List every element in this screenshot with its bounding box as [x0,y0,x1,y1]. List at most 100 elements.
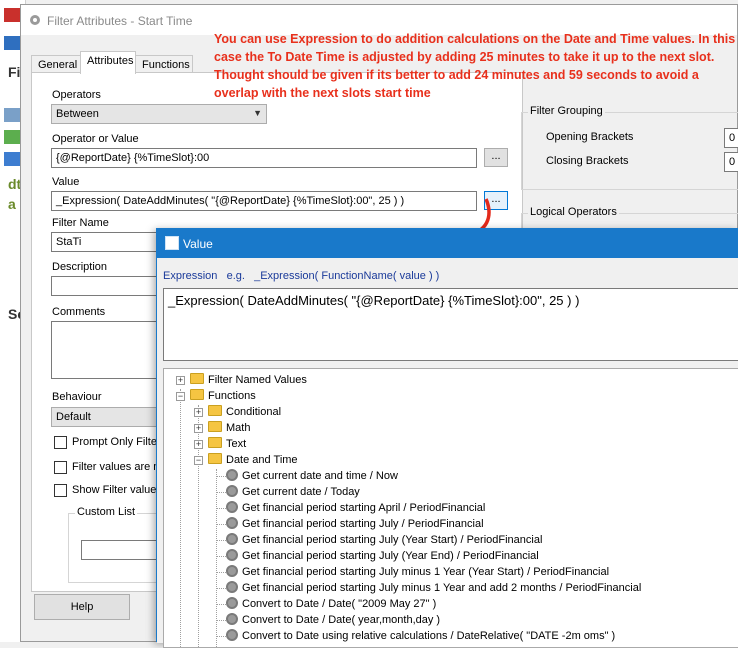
tree-node-function-item[interactable]: Get financial period starting July minus… [226,564,609,580]
description-label: Description [52,261,108,273]
show-filter-values-label: Show Filter values [72,484,162,496]
gear-icon [30,15,40,25]
prompt-only-filter-label: Prompt Only Filter [72,436,161,448]
closing-brackets-input[interactable]: 0 [724,152,738,172]
gear-icon [226,549,238,561]
expand-icon[interactable]: + [194,424,203,433]
background-letter: Fi [8,64,21,80]
behaviour-label: Behaviour [52,391,102,403]
tree-node-filter-named-values[interactable]: Filter Named Values [190,372,307,388]
tree-node-text[interactable]: Text [208,436,246,452]
function-tree: + Filter Named Values − Functions + Cond… [163,368,738,648]
folder-icon [208,405,222,416]
tree-label: Get financial period starting July (Year… [242,550,539,562]
gear-icon [226,613,238,625]
tab-general[interactable]: General [31,55,81,73]
tree-node-conditional[interactable]: Conditional [208,404,281,420]
value-input[interactable]: _Expression( DateAddMinutes( "{@ReportDa… [51,191,477,211]
collapse-icon[interactable]: − [194,456,203,465]
gear-icon [226,485,238,497]
expression-hint: Expression e.g. _Expression( FunctionNam… [163,270,440,282]
tree-node-function-item[interactable]: Get financial period starting July / Per… [226,516,484,532]
tree-label: Functions [208,390,256,402]
value-dialog-title: Value [183,237,213,251]
operator-or-value-input[interactable]: {@ReportDate} {%TimeSlot}:00 [51,148,477,168]
closing-brackets-label: Closing Brackets [546,155,629,167]
value-body: Expression e.g. _Expression( FunctionNam… [157,258,738,648]
tree-node-function-item[interactable]: Get financial period starting April / Pe… [226,500,485,516]
tree-label: Convert to Date / Date( year,month,day ) [242,614,441,626]
show-filter-values-checkbox[interactable] [54,484,67,497]
gear-icon [226,533,238,545]
operator-or-value-label: Operator or Value [52,133,139,145]
tree-label: Get financial period starting July minus… [242,566,610,578]
expand-icon[interactable]: + [176,376,185,385]
tree-label: Filter Named Values [208,374,307,386]
tree-node-function-item[interactable]: Get financial period starting July minus… [226,580,641,596]
tree-node-function-item[interactable]: Get financial period starting July (Year… [226,532,542,548]
gear-icon [226,581,238,593]
dialog-title: Filter Attributes - Start Time [47,14,193,28]
operators-value: Between [56,108,99,120]
folder-icon [190,389,204,400]
tree-label: Convert to Date using relative calculati… [242,630,616,642]
table-icon [4,130,20,144]
gear-icon [226,469,238,481]
tree-node-math[interactable]: Math [208,420,250,436]
tree-label: Convert to Date / Date( "2009 May 27" ) [242,598,437,610]
tree-node-function-item[interactable]: Get current date and time / Now [226,468,398,484]
tab-functions[interactable]: Functions [135,55,193,73]
folder-icon [208,421,222,432]
prompt-only-filter-checkbox[interactable] [54,436,67,449]
expand-icon[interactable]: + [194,408,203,417]
logical-operators-label: Logical Operators [528,206,619,218]
close-icon [4,8,20,22]
folder-icon [190,373,204,384]
app-icon [4,36,20,50]
tree-label: Get current date / Today [242,486,360,498]
value-title-bar: Value [157,229,738,258]
gear-icon [226,597,238,609]
gear-icon [226,501,238,513]
tree-label: Date and Time [226,454,298,466]
operators-select[interactable]: Between ▼ [51,104,267,124]
expression-input[interactable]: _Expression( DateAddMinutes( "{@ReportDa… [163,288,738,361]
opening-brackets-label: Opening Brackets [546,131,634,143]
help-button[interactable]: Help [34,594,130,620]
tree-node-date-and-time[interactable]: Date and Time [208,452,298,468]
tree-label: Math [226,422,251,434]
tree-node-function-item[interactable]: Get financial period starting July (Year… [226,548,539,564]
folder-icon [208,453,222,464]
grid-icon [4,108,20,122]
filter-grouping-group: Filter Grouping Opening Brackets 0 Closi… [521,105,738,190]
operators-label: Operators [52,89,101,101]
value-dialog: Value Expression e.g. _Expression( Funct… [156,228,738,648]
tree-label: Text [226,438,247,450]
opening-brackets-input[interactable]: 0 [724,128,738,148]
tab-attributes[interactable]: Attributes [80,51,136,74]
tree-node-function-item[interactable]: Convert to Date / Date( year,month,day ) [226,612,440,628]
value-label: Value [52,176,80,188]
collapse-icon[interactable]: − [176,392,185,401]
tree-label: Get financial period starting April / Pe… [242,502,486,514]
background-letter: a [8,196,16,212]
comments-label: Comments [52,306,106,318]
calculator-icon [165,236,179,250]
tree-node-function-item[interactable]: Convert to Date / Date( "2009 May 27" ) [226,596,436,612]
custom-list-label: Custom List [75,506,138,518]
tree-node-function-item[interactable]: Get current date / Today [226,484,360,500]
expand-icon[interactable]: + [194,440,203,449]
tree-label: Conditional [226,406,282,418]
gear-icon [226,565,238,577]
tree-label: Get current date and time / Now [242,470,398,482]
gear-icon [226,629,238,641]
folder-icon [208,437,222,448]
filter-grouping-label: Filter Grouping [528,105,605,117]
annotation-note: You can use Expression to do addition ca… [214,32,736,100]
tree-node-functions[interactable]: Functions [190,388,256,404]
operator-browse-button[interactable]: ... [484,148,508,167]
filter-values-checkbox[interactable] [54,461,67,474]
tree-label: Get financial period starting July minus… [242,582,642,594]
tree-label: Get financial period starting July / Per… [242,518,484,530]
filter-values-label: Filter values are m [72,461,163,473]
